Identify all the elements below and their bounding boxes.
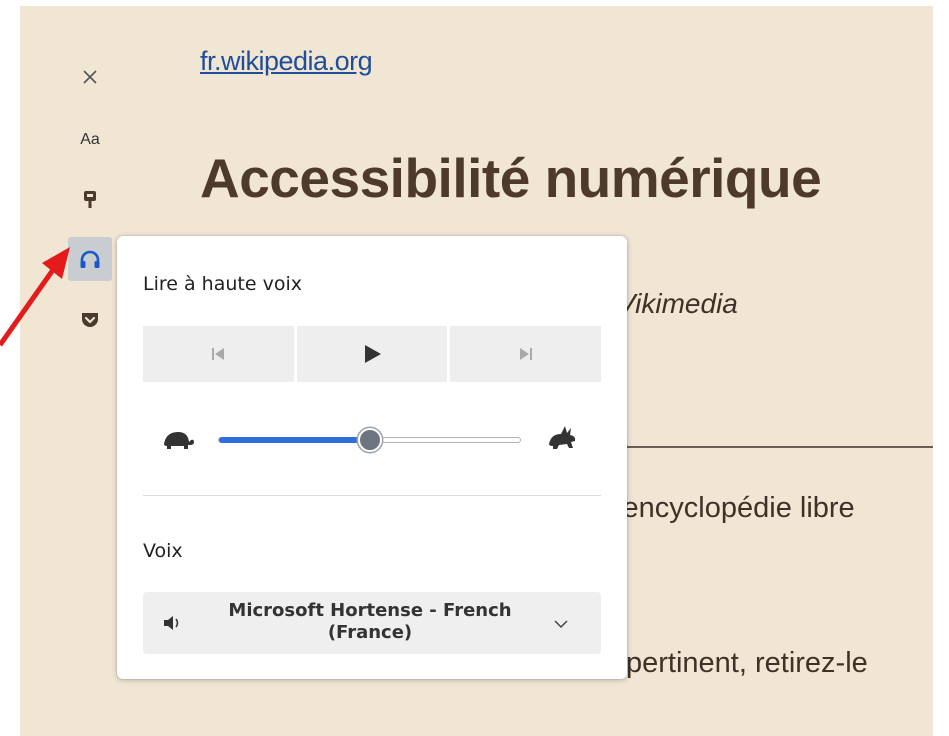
theme-button[interactable] xyxy=(68,178,112,222)
brush-icon xyxy=(84,191,96,208)
speaker-icon xyxy=(164,616,179,630)
text-icon: Aa xyxy=(80,131,100,148)
play-button[interactable] xyxy=(296,326,448,382)
red-arrow-icon xyxy=(0,247,70,347)
rabbit-icon xyxy=(549,426,576,449)
next-button[interactable] xyxy=(450,326,602,382)
reader-view: Aa fr.wikipedia.org Accessibilité numéri… xyxy=(20,6,933,736)
chevron-down-icon xyxy=(554,620,568,629)
panel-divider xyxy=(143,495,601,496)
close-icon xyxy=(83,70,97,84)
previous-icon xyxy=(212,348,225,360)
previous-button[interactable] xyxy=(143,326,294,382)
headphones-icon xyxy=(80,250,100,268)
pocket-icon xyxy=(82,313,98,327)
speed-slider-row xyxy=(143,416,601,466)
article-text-pertinent: pertinent, retirez-le xyxy=(626,647,868,679)
playback-controls xyxy=(143,326,602,382)
speed-slider-fill xyxy=(219,436,371,443)
voice-select-value-line1: Microsoft Hortense - French xyxy=(228,600,512,621)
speed-slider-thumb[interactable] xyxy=(357,428,382,452)
voice-label: Voix xyxy=(143,540,183,562)
type-controls-button[interactable]: Aa xyxy=(68,118,112,162)
play-icon xyxy=(365,345,381,363)
turtle-icon xyxy=(164,432,194,449)
article-text-encyclopedie: 'encyclopédie libre xyxy=(617,492,855,524)
voice-select[interactable]: Microsoft Hortense - French (France) xyxy=(143,592,601,654)
next-icon xyxy=(519,348,532,360)
panel-title: Lire à haute voix xyxy=(143,273,302,295)
close-button[interactable] xyxy=(68,55,112,99)
read-aloud-panel: Lire à haute voix Voix Microsoft Hortens… xyxy=(117,236,627,679)
article-text-vikimedia: Vikimedia xyxy=(617,288,738,319)
voice-select-value-line2: (France) xyxy=(327,622,413,643)
page-title: Accessibilité numérique xyxy=(200,147,822,209)
site-link[interactable]: fr.wikipedia.org xyxy=(200,46,373,77)
voice-select-value: Microsoft Hortense - French (France) xyxy=(205,600,535,644)
article-divider xyxy=(620,446,933,448)
